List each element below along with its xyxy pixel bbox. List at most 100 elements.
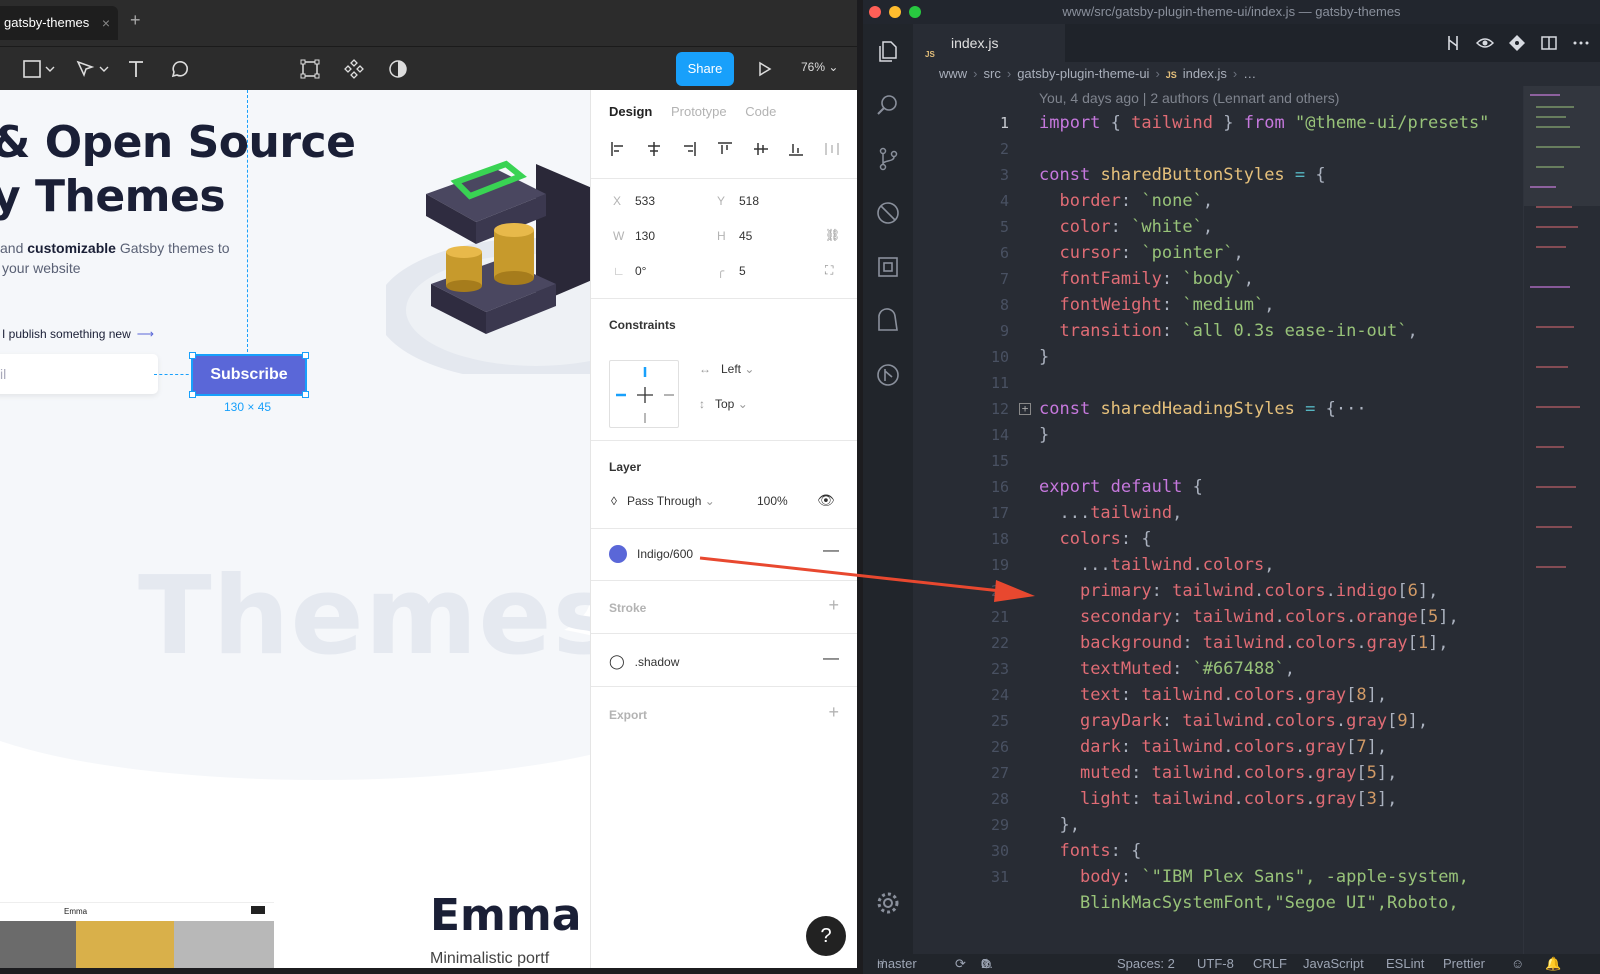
independent-corners-icon[interactable]: ⛶ xyxy=(825,263,833,278)
remove-effect-icon[interactable]: — xyxy=(823,650,839,668)
pen-tool-icon[interactable] xyxy=(74,57,98,81)
resize-handle-tl[interactable] xyxy=(189,352,196,359)
email-input[interactable]: il xyxy=(0,354,158,394)
horizontal-constraint-dropdown[interactable]: ↔ Left ⌄ xyxy=(699,362,754,376)
add-tab-icon[interactable]: + xyxy=(130,10,141,31)
corner-radius-field[interactable]: ╭ 5 xyxy=(717,264,746,278)
help-button[interactable]: ? xyxy=(806,916,846,956)
pen-tool-chevron-icon[interactable] xyxy=(98,57,110,81)
text-tool-icon[interactable] xyxy=(124,57,148,81)
height-field[interactable]: H 45 xyxy=(717,229,752,243)
frame-tool-chevron-icon[interactable] xyxy=(44,57,56,81)
code-line[interactable]: 3 const sharedButtonStyles = { xyxy=(913,162,1523,188)
rotation-field[interactable]: ∟ 0° xyxy=(613,264,646,278)
code-line[interactable]: 22 background: tailwind.colors.gray[1], xyxy=(913,630,1523,656)
code-line[interactable]: 31 body: `"IBM Plex Sans", -apple-system… xyxy=(913,864,1523,890)
gitlens-icon[interactable] xyxy=(875,362,901,388)
toggle-blame-icon[interactable] xyxy=(1476,34,1494,52)
tab-design[interactable]: Design xyxy=(609,104,652,119)
search-icon[interactable] xyxy=(875,92,901,118)
more-actions-icon[interactable] xyxy=(1572,34,1590,52)
expand-fold-icon[interactable]: + xyxy=(1019,403,1031,415)
code-line[interactable]: 24 text: tailwind.colors.gray[8], xyxy=(913,682,1523,708)
settings-gear-icon[interactable] xyxy=(875,890,901,916)
extensions-icon[interactable] xyxy=(875,254,901,280)
code-line[interactable]: 23 textMuted: `#667488`, xyxy=(913,656,1523,682)
code-line[interactable]: 25 grayDark: tailwind.colors.gray[9], xyxy=(913,708,1523,734)
code-line[interactable]: 26 dark: tailwind.colors.gray[7], xyxy=(913,734,1523,760)
constrain-proportions-icon[interactable]: ⛓ xyxy=(825,228,840,242)
width-field[interactable]: W 130 xyxy=(613,229,655,243)
subscribe-button[interactable]: Subscribe xyxy=(191,354,307,396)
align-vertical-center-icon[interactable] xyxy=(752,140,770,158)
code-line[interactable]: 5 color: `white`, xyxy=(913,214,1523,240)
breadcrumb-item[interactable]: src xyxy=(984,66,1001,81)
align-right-icon[interactable] xyxy=(680,140,698,158)
contrast-icon[interactable] xyxy=(386,57,410,81)
code-line[interactable]: 29 }, xyxy=(913,812,1523,838)
align-top-icon[interactable] xyxy=(716,140,734,158)
code-line[interactable]: 8 fontWeight: `medium`, xyxy=(913,292,1523,318)
code-line[interactable]: 17 ...tailwind, xyxy=(913,500,1523,526)
code-line[interactable]: 7 fontFamily: `body`, xyxy=(913,266,1523,292)
fill-color-swatch[interactable] xyxy=(609,545,627,563)
indentation-status[interactable]: Spaces: 2 xyxy=(1117,954,1175,974)
notifications-bell-icon[interactable]: 🔔 xyxy=(1545,954,1561,974)
fill-style-name[interactable]: Indigo/600 xyxy=(637,547,693,561)
vertical-constraint-dropdown[interactable]: ↕ Top ⌄ xyxy=(699,397,748,411)
source-control-icon[interactable] xyxy=(875,146,901,172)
git-commit-icon[interactable] xyxy=(1508,34,1526,52)
align-bottom-icon[interactable] xyxy=(787,140,805,158)
code-line[interactable]: 2 xyxy=(913,136,1523,162)
eol-status[interactable]: CRLF xyxy=(1253,954,1287,974)
remote-explorer-icon[interactable] xyxy=(875,308,901,334)
tab-prototype[interactable]: Prototype xyxy=(671,104,727,119)
encoding-status[interactable]: UTF-8 xyxy=(1197,954,1234,974)
code-line[interactable]: 4 border: `none`, xyxy=(913,188,1523,214)
sync-icon[interactable]: ⟳ xyxy=(955,954,966,974)
code-line[interactable]: 18 colors: { xyxy=(913,526,1523,552)
present-play-icon[interactable] xyxy=(752,57,776,81)
eslint-status[interactable]: ESLint xyxy=(1386,954,1424,974)
tab-code[interactable]: Code xyxy=(745,104,776,119)
language-mode-status[interactable]: JavaScript xyxy=(1303,954,1364,974)
design-canvas[interactable]: & Open Source y Themes and customizable … xyxy=(0,90,590,968)
opacity-field[interactable]: 100% xyxy=(757,494,788,508)
breadcrumb-item[interactable]: www xyxy=(939,66,967,81)
split-editor-icon[interactable] xyxy=(1540,34,1558,52)
code-line[interactable]: 30 fonts: { xyxy=(913,838,1523,864)
add-export-icon[interactable]: + xyxy=(828,702,839,723)
code-line[interactable]: 9 transition: `all 0.3s ease-in-out`, xyxy=(913,318,1523,344)
code-line[interactable]: 12 + const sharedHeadingStyles = {··· xyxy=(913,396,1523,422)
zoom-dropdown[interactable]: 76% ⌄ xyxy=(801,60,838,74)
comment-tool-icon[interactable] xyxy=(168,57,192,81)
code-line[interactable]: 16 export default { xyxy=(913,474,1523,500)
x-field[interactable]: X 533 xyxy=(613,194,655,208)
feedback-smiley-icon[interactable]: ☺ xyxy=(1511,954,1524,974)
close-tab-icon[interactable]: × xyxy=(102,6,110,40)
breadcrumb-item[interactable]: index.js xyxy=(1183,66,1227,81)
align-horizontal-center-icon[interactable] xyxy=(645,140,663,158)
code-line[interactable]: 6 cursor: `pointer`, xyxy=(913,240,1523,266)
effect-row[interactable]: ◯ .shadow xyxy=(609,653,679,670)
debug-icon[interactable] xyxy=(875,200,901,226)
code-line-wrapped[interactable]: BlinkMacSystemFont,"Segoe UI",Roboto, xyxy=(913,890,1523,916)
align-left-icon[interactable] xyxy=(609,140,627,158)
breadcrumb-item[interactable]: … xyxy=(1243,66,1256,81)
minimize-window-button[interactable] xyxy=(889,6,901,18)
code-line[interactable]: 11 xyxy=(913,370,1523,396)
file-tab[interactable]: gatsby-themes × xyxy=(0,6,118,40)
minimap[interactable] xyxy=(1523,86,1600,954)
code-line[interactable]: 15 xyxy=(913,448,1523,474)
code-line[interactable]: 10} xyxy=(913,344,1523,370)
code-line[interactable]: 1 import { tailwind } from "@theme-ui/pre… xyxy=(913,110,1523,136)
close-window-button[interactable] xyxy=(869,6,881,18)
resize-handle-bl[interactable] xyxy=(189,391,196,398)
resize-handle-tr[interactable] xyxy=(302,352,309,359)
breadcrumb-item[interactable]: gatsby-plugin-theme-ui xyxy=(1017,66,1149,81)
code-line[interactable]: 14} xyxy=(913,422,1523,448)
prettier-status[interactable]: Prettier xyxy=(1443,954,1485,974)
blend-mode-dropdown[interactable]: ◊ Pass Through ⌄ xyxy=(611,494,715,508)
code-line[interactable]: 27 muted: tailwind.colors.gray[5], xyxy=(913,760,1523,786)
maximize-window-button[interactable] xyxy=(909,6,921,18)
